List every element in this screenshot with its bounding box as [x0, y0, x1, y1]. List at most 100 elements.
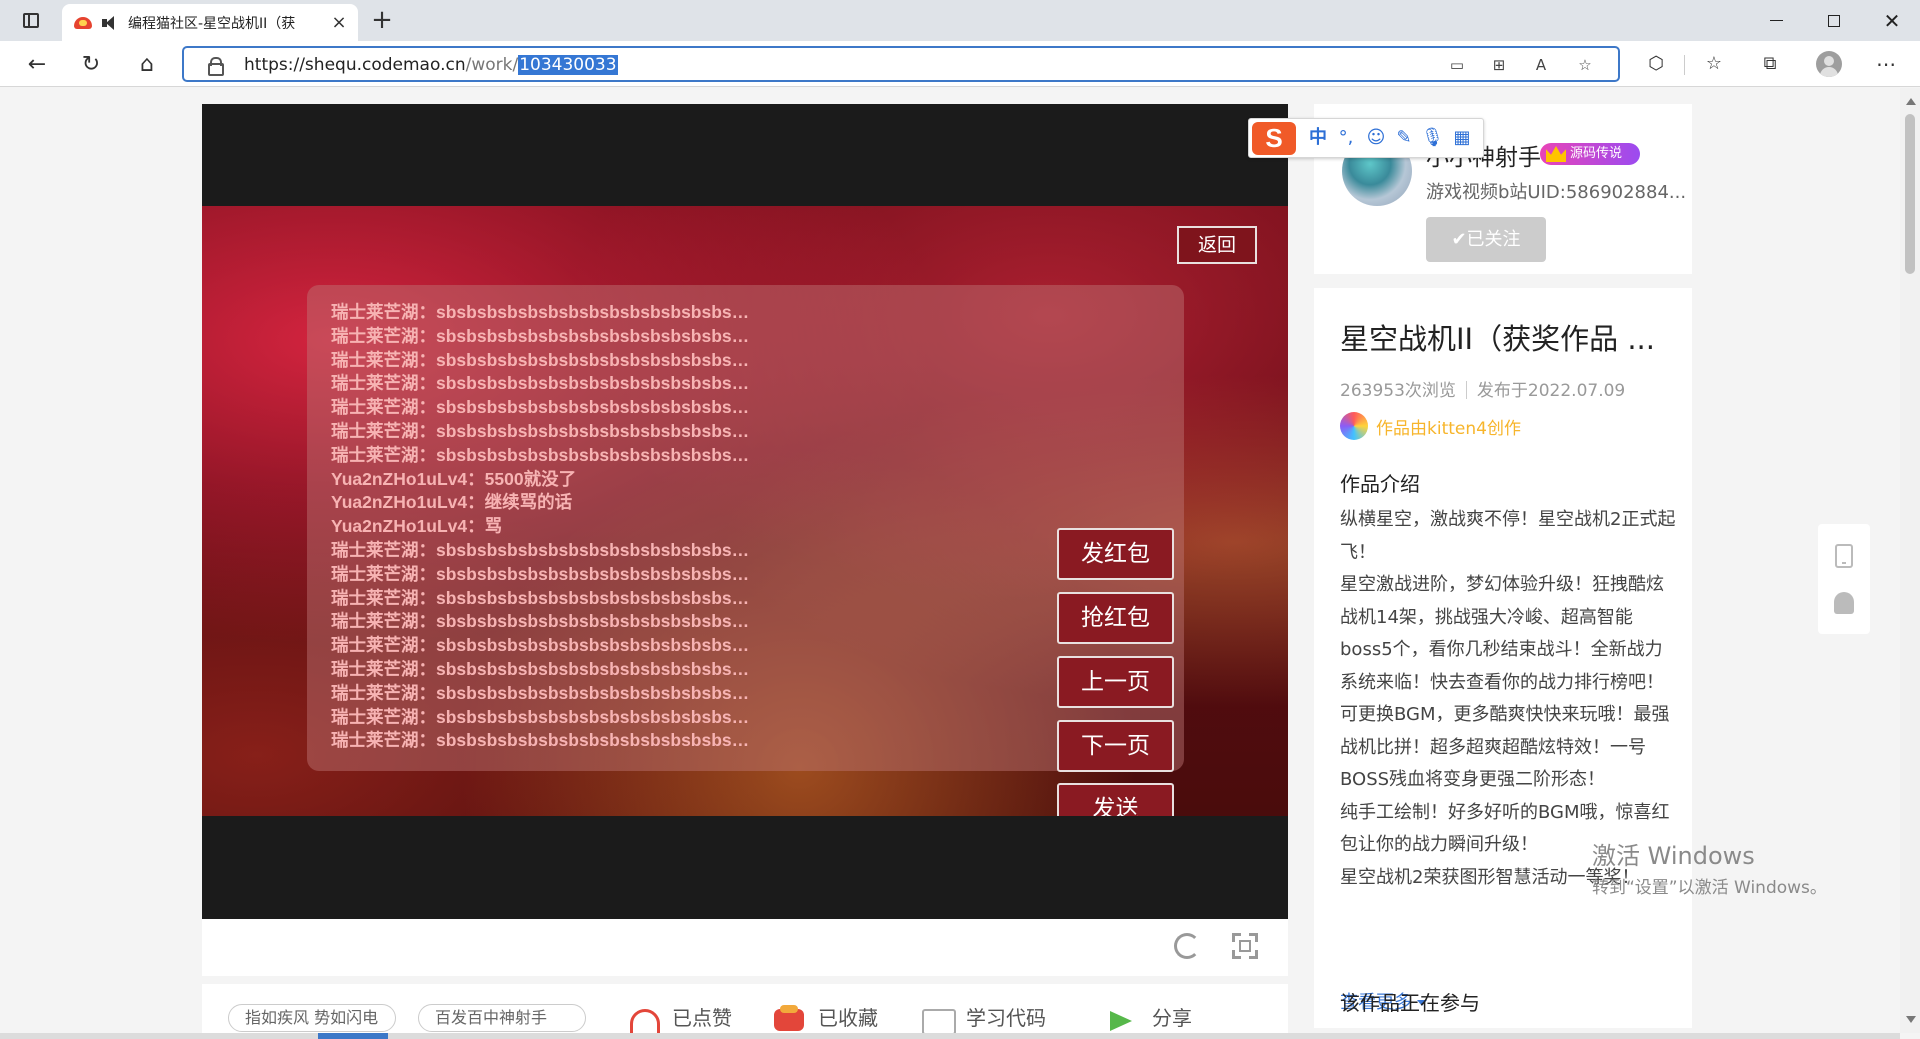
- horizontal-scrollbar[interactable]: [0, 1033, 1900, 1039]
- favorite-button[interactable]: 已收藏: [772, 1002, 878, 1031]
- microphone-icon[interactable]: 🎙: [1421, 127, 1444, 149]
- close-window-button[interactable]: ✕: [1864, 0, 1920, 41]
- intro-line: 可更换BGM，更多酷爽快快来玩哦！最强: [1340, 704, 1670, 725]
- minimize-button[interactable]: [1748, 0, 1804, 41]
- speaker-icon[interactable]: [100, 14, 122, 32]
- url-path: /work/: [465, 55, 519, 75]
- favorites-icon[interactable]: ☆: [1702, 53, 1726, 75]
- chat-message: 瑞士莱芒湖：sbsbsbsbsbsbsbsbsbsbsbsbsbsbs…: [331, 563, 750, 584]
- vertical-scrollbar[interactable]: [1900, 88, 1920, 1033]
- work-tag[interactable]: 指如疾风 势如闪电: [228, 1004, 396, 1032]
- code-icon: [920, 1003, 956, 1033]
- maximize-button[interactable]: [1806, 0, 1862, 41]
- extensions-icon[interactable]: ⬡: [1644, 53, 1668, 75]
- toolbar-divider: [1684, 55, 1685, 75]
- chat-message: 瑞士莱芒湖：sbsbsbsbsbsbsbsbsbsbsbsbsbsbs…: [331, 635, 750, 656]
- address-bar[interactable]: https://shequ.codemao.cn/work/103430033 …: [182, 46, 1620, 82]
- emoji-icon[interactable]: ☺: [1365, 127, 1387, 149]
- browser-toolbar: ← ↻ ⌂ https://shequ.codemao.cn/work/1034…: [0, 41, 1920, 87]
- punctuation-icon[interactable]: °,: [1335, 127, 1357, 149]
- back-button[interactable]: ←: [20, 49, 54, 79]
- intro-heading: 作品介绍: [1340, 472, 1420, 496]
- favorite-icon: [772, 1003, 806, 1031]
- fullscreen-icon[interactable]: [1232, 933, 1258, 959]
- app-available-icon[interactable]: ⊞: [1488, 56, 1510, 74]
- close-tab-icon[interactable]: ×: [330, 13, 348, 32]
- game-canvas[interactable]: 返回 瑞士莱芒湖：sbsbsbsbsbsbsbsbsbsbsbsbsbsbs… 瑞…: [202, 206, 1288, 816]
- send-button[interactable]: 发送: [1057, 783, 1174, 816]
- url-host: https://shequ.codemao.cn: [244, 55, 466, 75]
- work-action-row: 指如疾风 势如闪电 百发百中神射手 已点赞 已收藏 学习代码 分享: [202, 984, 1288, 1033]
- sogou-logo-icon[interactable]: S: [1252, 122, 1296, 155]
- intro-line: BOSS残血将变身更强二阶形态！: [1340, 769, 1606, 790]
- chat-message: 瑞士莱芒湖：sbsbsbsbsbsbsbsbsbsbsbsbsbsbs…: [331, 539, 750, 560]
- chat-message: Yua2nZHo1uLv4：骂: [331, 516, 503, 537]
- chat-message: 瑞士莱芒湖：sbsbsbsbsbsbsbsbsbsbsbsbsbsbs…: [331, 373, 750, 394]
- intro-line: 战机比拼！超多超爽超酷炫特效！一号: [1340, 736, 1646, 758]
- intro-line: 战机14架，挑战强大冷峻、超高智能: [1340, 606, 1633, 628]
- intro-line: boss5个，看你几秒结束战斗！全新战力: [1340, 639, 1663, 660]
- like-icon: [626, 1003, 660, 1033]
- learn-code-button[interactable]: 学习代码: [920, 1002, 1046, 1033]
- previous-page-button[interactable]: 上一页: [1057, 656, 1174, 708]
- home-button[interactable]: ⌂: [130, 49, 164, 79]
- scrollbar-thumb[interactable]: [1905, 114, 1915, 274]
- collections-icon[interactable]: ⧉: [1758, 53, 1782, 75]
- immersive-reader-icon[interactable]: ▭: [1446, 56, 1468, 74]
- tablet-icon[interactable]: [1835, 544, 1853, 568]
- scroll-down-icon[interactable]: [1906, 1016, 1916, 1023]
- watermark-subtitle: 转到“设置”以激活 Windows。: [1592, 878, 1827, 898]
- bell-icon[interactable]: [1834, 592, 1854, 614]
- ime-language-toggle[interactable]: 中: [1307, 127, 1329, 149]
- chat-message: 瑞士莱芒湖：sbsbsbsbsbsbsbsbsbsbsbsbsbsbs…: [331, 349, 750, 370]
- work-info-card: 星空战机II（获奖作品 ... 263953次浏览 发布于2022.07.09 作…: [1314, 288, 1692, 1033]
- chat-message: 瑞士莱芒湖：sbsbsbsbsbsbsbsbsbsbsbsbsbsbs…: [331, 611, 750, 632]
- chat-message: 瑞士莱芒湖：sbsbsbsbsbsbsbsbsbsbsbsbsbsbs…: [331, 682, 750, 703]
- kitten-icon: [1340, 412, 1368, 440]
- tab-actions-button[interactable]: [16, 7, 46, 33]
- author-description: 游戏视频b站UID:586902884...: [1426, 182, 1687, 203]
- author-badge: 源码传说: [1540, 143, 1640, 165]
- reload-button[interactable]: ↻: [74, 49, 108, 79]
- intro-line: 系统来临！快去查看你的战力排行榜吧！: [1340, 671, 1664, 693]
- player-controls: [202, 919, 1288, 976]
- chat-message: Yua2nZHo1uLv4：5500就没了: [331, 468, 577, 489]
- lock-icon[interactable]: [208, 57, 224, 76]
- new-tab-button[interactable]: +: [368, 7, 396, 34]
- chat-message: 瑞士莱芒湖：sbsbsbsbsbsbsbsbsbsbsbsbsbsbs…: [331, 302, 750, 322]
- toolbox-grid-icon[interactable]: ▦: [1451, 127, 1473, 149]
- watermark-title: 激活 Windows: [1592, 842, 1755, 870]
- activity-heading: 该作品正在参与: [1340, 991, 1480, 1015]
- made-with-kitten[interactable]: 作品由kitten4创作: [1340, 412, 1521, 440]
- chat-message: 瑞士莱芒湖：sbsbsbsbsbsbsbsbsbsbsbsbsbsbs…: [331, 397, 750, 418]
- profile-avatar[interactable]: [1816, 51, 1842, 77]
- restart-icon[interactable]: [1174, 933, 1200, 959]
- chat-message-list: 瑞士莱芒湖：sbsbsbsbsbsbsbsbsbsbsbsbsbsbs… 瑞士莱芒…: [331, 301, 891, 753]
- work-meta: 263953次浏览 发布于2022.07.09: [1340, 376, 1625, 401]
- ime-toolbar: S 中 °, ☺ ✎ 🎙 ▦: [1248, 118, 1484, 158]
- like-button[interactable]: 已点赞: [626, 1002, 732, 1033]
- read-aloud-icon[interactable]: A: [1530, 56, 1552, 74]
- next-page-button[interactable]: 下一页: [1057, 720, 1174, 772]
- game-back-button[interactable]: 返回: [1177, 226, 1257, 264]
- pen-icon[interactable]: ✎: [1393, 127, 1415, 149]
- chat-message: 瑞士莱芒湖：sbsbsbsbsbsbsbsbsbsbsbsbsbsbs…: [331, 658, 750, 679]
- browser-tab[interactable]: 编程猫社区-星空战机II（获 ×: [62, 4, 358, 41]
- meta-divider: [1465, 381, 1467, 399]
- favorite-label: 已收藏: [818, 1006, 878, 1030]
- chat-message: 瑞士莱芒湖：sbsbsbsbsbsbsbsbsbsbsbsbsbsbs…: [331, 706, 750, 727]
- work-tag[interactable]: 百发百中神射手: [418, 1004, 586, 1032]
- author-badge-label: 源码传说: [1570, 146, 1623, 161]
- made-with-label: 作品由kitten4创作: [1376, 418, 1521, 439]
- grab-red-packet-button[interactable]: 抢红包: [1057, 592, 1174, 644]
- intro-line: 星空激战进阶，梦幻体验升级！狂拽酷炫: [1340, 574, 1664, 595]
- scroll-up-icon[interactable]: [1906, 98, 1916, 105]
- share-button[interactable]: 分享: [1106, 1002, 1192, 1031]
- share-label: 分享: [1152, 1006, 1192, 1030]
- more-options-icon[interactable]: ⋯: [1874, 53, 1898, 75]
- follow-button[interactable]: ✔已关注: [1426, 217, 1546, 262]
- url-text[interactable]: https://shequ.codemao.cn/work/103430033: [244, 55, 618, 75]
- add-favorite-icon[interactable]: ☆: [1574, 56, 1596, 74]
- send-red-packet-button[interactable]: 发红包: [1057, 528, 1174, 580]
- horizontal-scrollbar-thumb[interactable]: [318, 1033, 388, 1039]
